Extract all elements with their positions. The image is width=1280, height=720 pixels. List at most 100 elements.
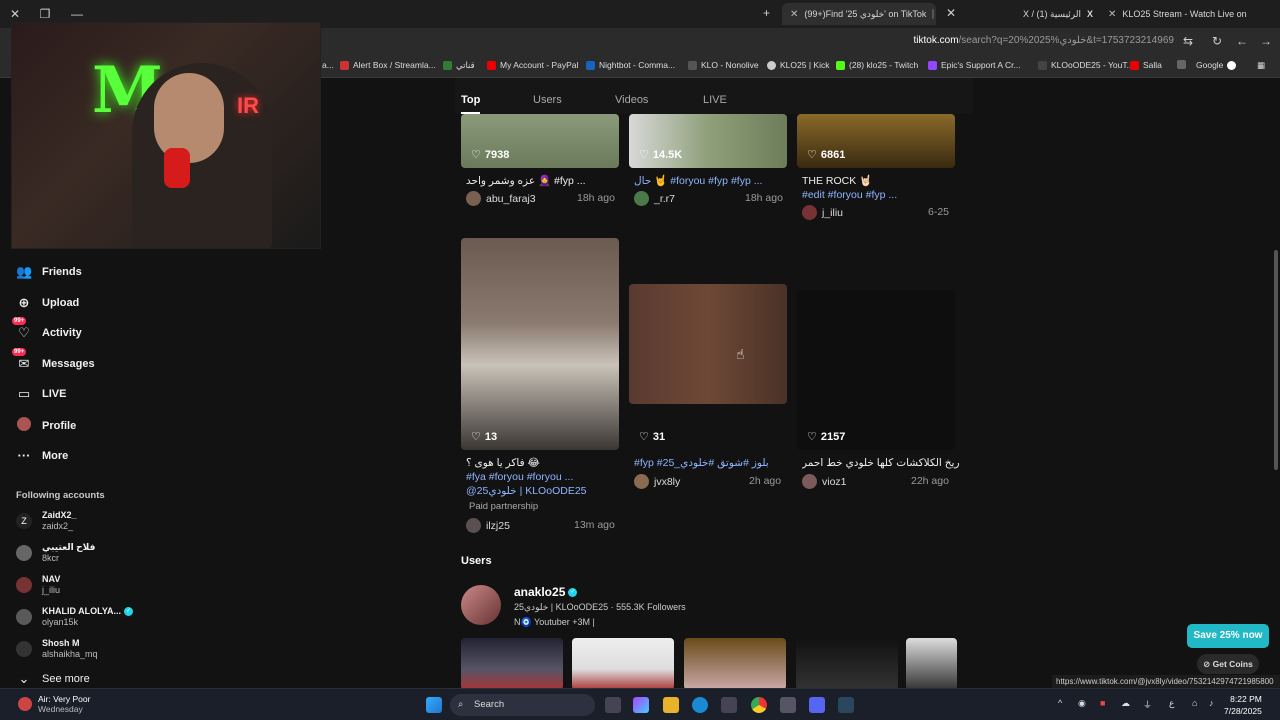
reload-icon[interactable]: ↻ bbox=[1212, 34, 1222, 48]
weather-widget[interactable]: Air: Very Poor Wednesday bbox=[18, 694, 90, 714]
volume-tray-icon[interactable]: ♪ bbox=[1209, 698, 1214, 708]
file-explorer-icon[interactable] bbox=[663, 697, 679, 713]
bookmark-item[interactable]: Nightbot - Comma... bbox=[586, 60, 675, 70]
tab-live[interactable]: LIVE bbox=[703, 94, 727, 106]
bookmark-item[interactable]: KLO25 | Kick bbox=[767, 60, 829, 70]
avatar[interactable] bbox=[461, 585, 501, 625]
video-author[interactable]: _r.r7 bbox=[634, 191, 675, 206]
close-tab-icon[interactable]: ✕ bbox=[946, 6, 956, 20]
avatar bbox=[634, 191, 649, 206]
apps-grid-icon[interactable]: ▦ bbox=[1257, 60, 1265, 71]
tab-top[interactable]: Top bbox=[461, 94, 481, 114]
tab-videos[interactable]: Videos bbox=[615, 94, 648, 106]
chrome-icon[interactable] bbox=[751, 697, 767, 713]
url-field[interactable]: tiktok.com/search?q=20%2025%خلودي&t=1753… bbox=[914, 35, 1174, 46]
sidebar-item-friends[interactable]: 👥 Friends bbox=[16, 264, 82, 280]
video-thumbnail[interactable] bbox=[797, 290, 955, 450]
chevron-up-icon[interactable]: ^ bbox=[1058, 698, 1062, 708]
forward-icon[interactable]: → bbox=[1260, 34, 1272, 48]
neon-sign: IR bbox=[237, 93, 259, 118]
new-tab-icon[interactable]: + bbox=[763, 6, 770, 20]
page-scrollbar[interactable] bbox=[1273, 80, 1279, 685]
scrollbar-thumb[interactable] bbox=[1274, 250, 1278, 470]
following-account[interactable]: KHALID ALOLYA... ✓ olyan15k bbox=[16, 606, 134, 628]
microphone-tray-icon[interactable]: ⏚ bbox=[1143, 698, 1152, 711]
close-tab-icon[interactable]: ✕ bbox=[1108, 9, 1116, 20]
bookmark-item[interactable]: Salla bbox=[1130, 60, 1162, 70]
user-video-thumbnail[interactable] bbox=[684, 638, 786, 690]
close-tab-icon[interactable]: ✕ bbox=[790, 9, 798, 20]
taskbar-search[interactable]: ⌕ Search bbox=[450, 694, 595, 716]
user-video-thumbnail[interactable] bbox=[796, 638, 898, 690]
minimize-window-icon[interactable]: — bbox=[62, 7, 92, 21]
bookmark-item[interactable]: a... bbox=[322, 60, 334, 70]
video-caption[interactable]: فاكر يا هوى ؟ 😂 bbox=[466, 456, 624, 470]
user-video-thumbnail[interactable] bbox=[906, 638, 957, 690]
store-icon[interactable] bbox=[721, 697, 737, 713]
bookmark-item[interactable]: قناتي bbox=[443, 60, 475, 71]
following-account[interactable]: Z ZaidX2_ zaidx2_ bbox=[16, 510, 77, 532]
close-window-icon[interactable]: ✕ bbox=[0, 7, 30, 21]
task-view-icon[interactable] bbox=[605, 697, 621, 713]
video-caption[interactable]: حال 🤘 #foryou #fyp #fyp ... bbox=[634, 174, 792, 188]
video-caption[interactable]: THE ROCK 🤘🏻 bbox=[802, 174, 960, 188]
video-author[interactable]: ilzj25 bbox=[466, 518, 510, 533]
wifi-tray-icon[interactable]: ⌂ bbox=[1192, 698, 1197, 708]
video-caption[interactable]: عزه وشمر واحد 🧕 #fyp ... bbox=[466, 174, 624, 188]
video-thumbnail[interactable] bbox=[461, 238, 619, 450]
following-account[interactable]: NAV j_iliu bbox=[16, 574, 60, 596]
bookmark-item[interactable]: (28) klo25 - Twitch bbox=[836, 60, 918, 70]
discord-icon[interactable] bbox=[809, 697, 825, 713]
back-icon[interactable]: ← bbox=[1236, 34, 1248, 48]
sidebar-item-more[interactable]: ··· More bbox=[16, 448, 69, 463]
user-video-thumbnail[interactable] bbox=[461, 638, 563, 690]
sidebar-item-activity[interactable]: ♡ 99+ Activity bbox=[12, 317, 82, 341]
sidebar-item-upload[interactable]: ⊕ Upload bbox=[16, 295, 80, 311]
video-mention[interactable]: @خلودي25 | KLOoODE25 bbox=[466, 484, 624, 498]
user-name[interactable]: anaklo25 ✓ bbox=[514, 585, 578, 599]
tab-tiktok-search[interactable]: ✕ (99+)Find '25 خلودي' on TikTok bbox=[782, 3, 936, 25]
steam-icon[interactable] bbox=[838, 697, 854, 713]
video-author[interactable]: j_iliu bbox=[802, 205, 843, 220]
copilot-icon[interactable] bbox=[633, 697, 649, 713]
following-account[interactable]: Shosh Malshaikha_mq bbox=[16, 638, 98, 660]
sidebar-item-profile[interactable]: Profile bbox=[16, 417, 76, 434]
restore-window-icon[interactable]: ❐ bbox=[30, 7, 60, 21]
video-caption[interactable]: عن تاريخ الكلاكشات كلها خلودي خط احمر ..… bbox=[802, 456, 960, 470]
bookmark-item[interactable]: KLO - Nonolive bbox=[688, 60, 759, 70]
tab-kick[interactable]: ✕ KLO25 Stream - Watch Live on bbox=[1100, 3, 1255, 25]
bookmark-item[interactable]: Google bbox=[1196, 60, 1237, 70]
video-author[interactable]: abu_faraj3 bbox=[466, 191, 536, 206]
tray-app-icon[interactable]: ■ bbox=[1100, 698, 1105, 708]
settings-icon[interactable] bbox=[780, 697, 796, 713]
video-hashtags[interactable]: #edit #foryou #fyp ... bbox=[802, 188, 960, 202]
sidebar-item-messages[interactable]: ✉ 99+ Messages bbox=[12, 348, 95, 372]
tab-x[interactable]: X / (1) الرئيسية X bbox=[1015, 3, 1097, 25]
bookmark-item[interactable]: Alert Box / Streamla... bbox=[340, 60, 436, 70]
tray-app-icon[interactable]: ◉ bbox=[1078, 698, 1086, 709]
tab-users[interactable]: Users bbox=[533, 94, 562, 106]
video-caption[interactable]: #fyp #بلوز #شوتق #خلودي_25 bbox=[634, 456, 792, 470]
video-author[interactable]: vioz1 bbox=[802, 474, 847, 489]
left-sidebar: 👥 Friends ⊕ Upload ♡ 99+ Activity ✉ 99+ Messag… bbox=[0, 258, 160, 688]
bookmark-item[interactable]: KLOoODE25 - YouT... bbox=[1038, 60, 1134, 70]
video-hashtags[interactable]: #fya #foryou #foryou ... bbox=[466, 470, 624, 484]
save-25-button[interactable]: Save 25% now bbox=[1187, 624, 1269, 648]
install-app-icon[interactable]: ⇆ bbox=[1183, 34, 1193, 48]
following-account[interactable]: فلاح العتيبي 8kcr bbox=[16, 542, 95, 564]
sidebar-item-live[interactable]: ▭ LIVE bbox=[16, 386, 67, 402]
tiktok-icon bbox=[932, 9, 935, 19]
clock[interactable]: 8:22 PM 7/28/2025 bbox=[1224, 693, 1262, 717]
edge-icon[interactable] bbox=[692, 697, 708, 713]
bookmark-item[interactable]: Epic's Support A Cr... bbox=[928, 60, 1021, 70]
network-tray-icon[interactable]: ☁ bbox=[1121, 698, 1130, 709]
windows-start-icon[interactable] bbox=[426, 697, 442, 713]
bookmark-item[interactable]: My Account - PayPal bbox=[487, 60, 578, 70]
video-thumbnail[interactable] bbox=[629, 284, 787, 404]
user-video-thumbnail[interactable] bbox=[572, 638, 674, 690]
video-author[interactable]: jvx8ly bbox=[634, 474, 680, 489]
bookmark-item[interactable] bbox=[1177, 60, 1186, 69]
get-coins-button[interactable]: ⊘ Get Coins bbox=[1197, 654, 1259, 674]
see-more-button[interactable]: ⌄ See more bbox=[16, 671, 90, 687]
language-tray-icon[interactable]: ع bbox=[1169, 698, 1174, 709]
